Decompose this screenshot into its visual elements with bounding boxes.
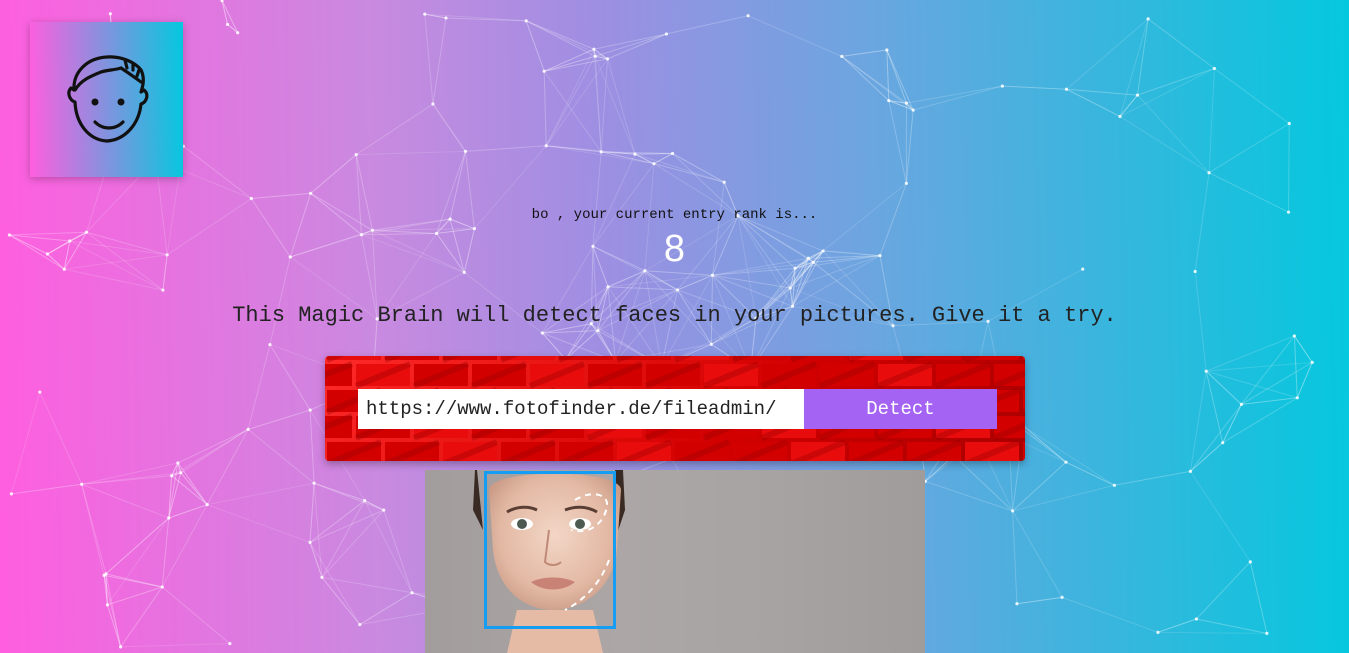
detected-face-box xyxy=(484,471,616,629)
detect-button[interactable]: Detect xyxy=(804,389,997,429)
logo[interactable] xyxy=(30,22,183,177)
rank-value: 8 xyxy=(663,228,686,270)
brain-face-icon xyxy=(66,54,148,143)
image-url-input[interactable] xyxy=(358,389,804,429)
rank-caption: bo , your current entry rank is... xyxy=(531,207,818,223)
intro-text: This Magic Brain will detect faces in yo… xyxy=(232,303,1117,328)
